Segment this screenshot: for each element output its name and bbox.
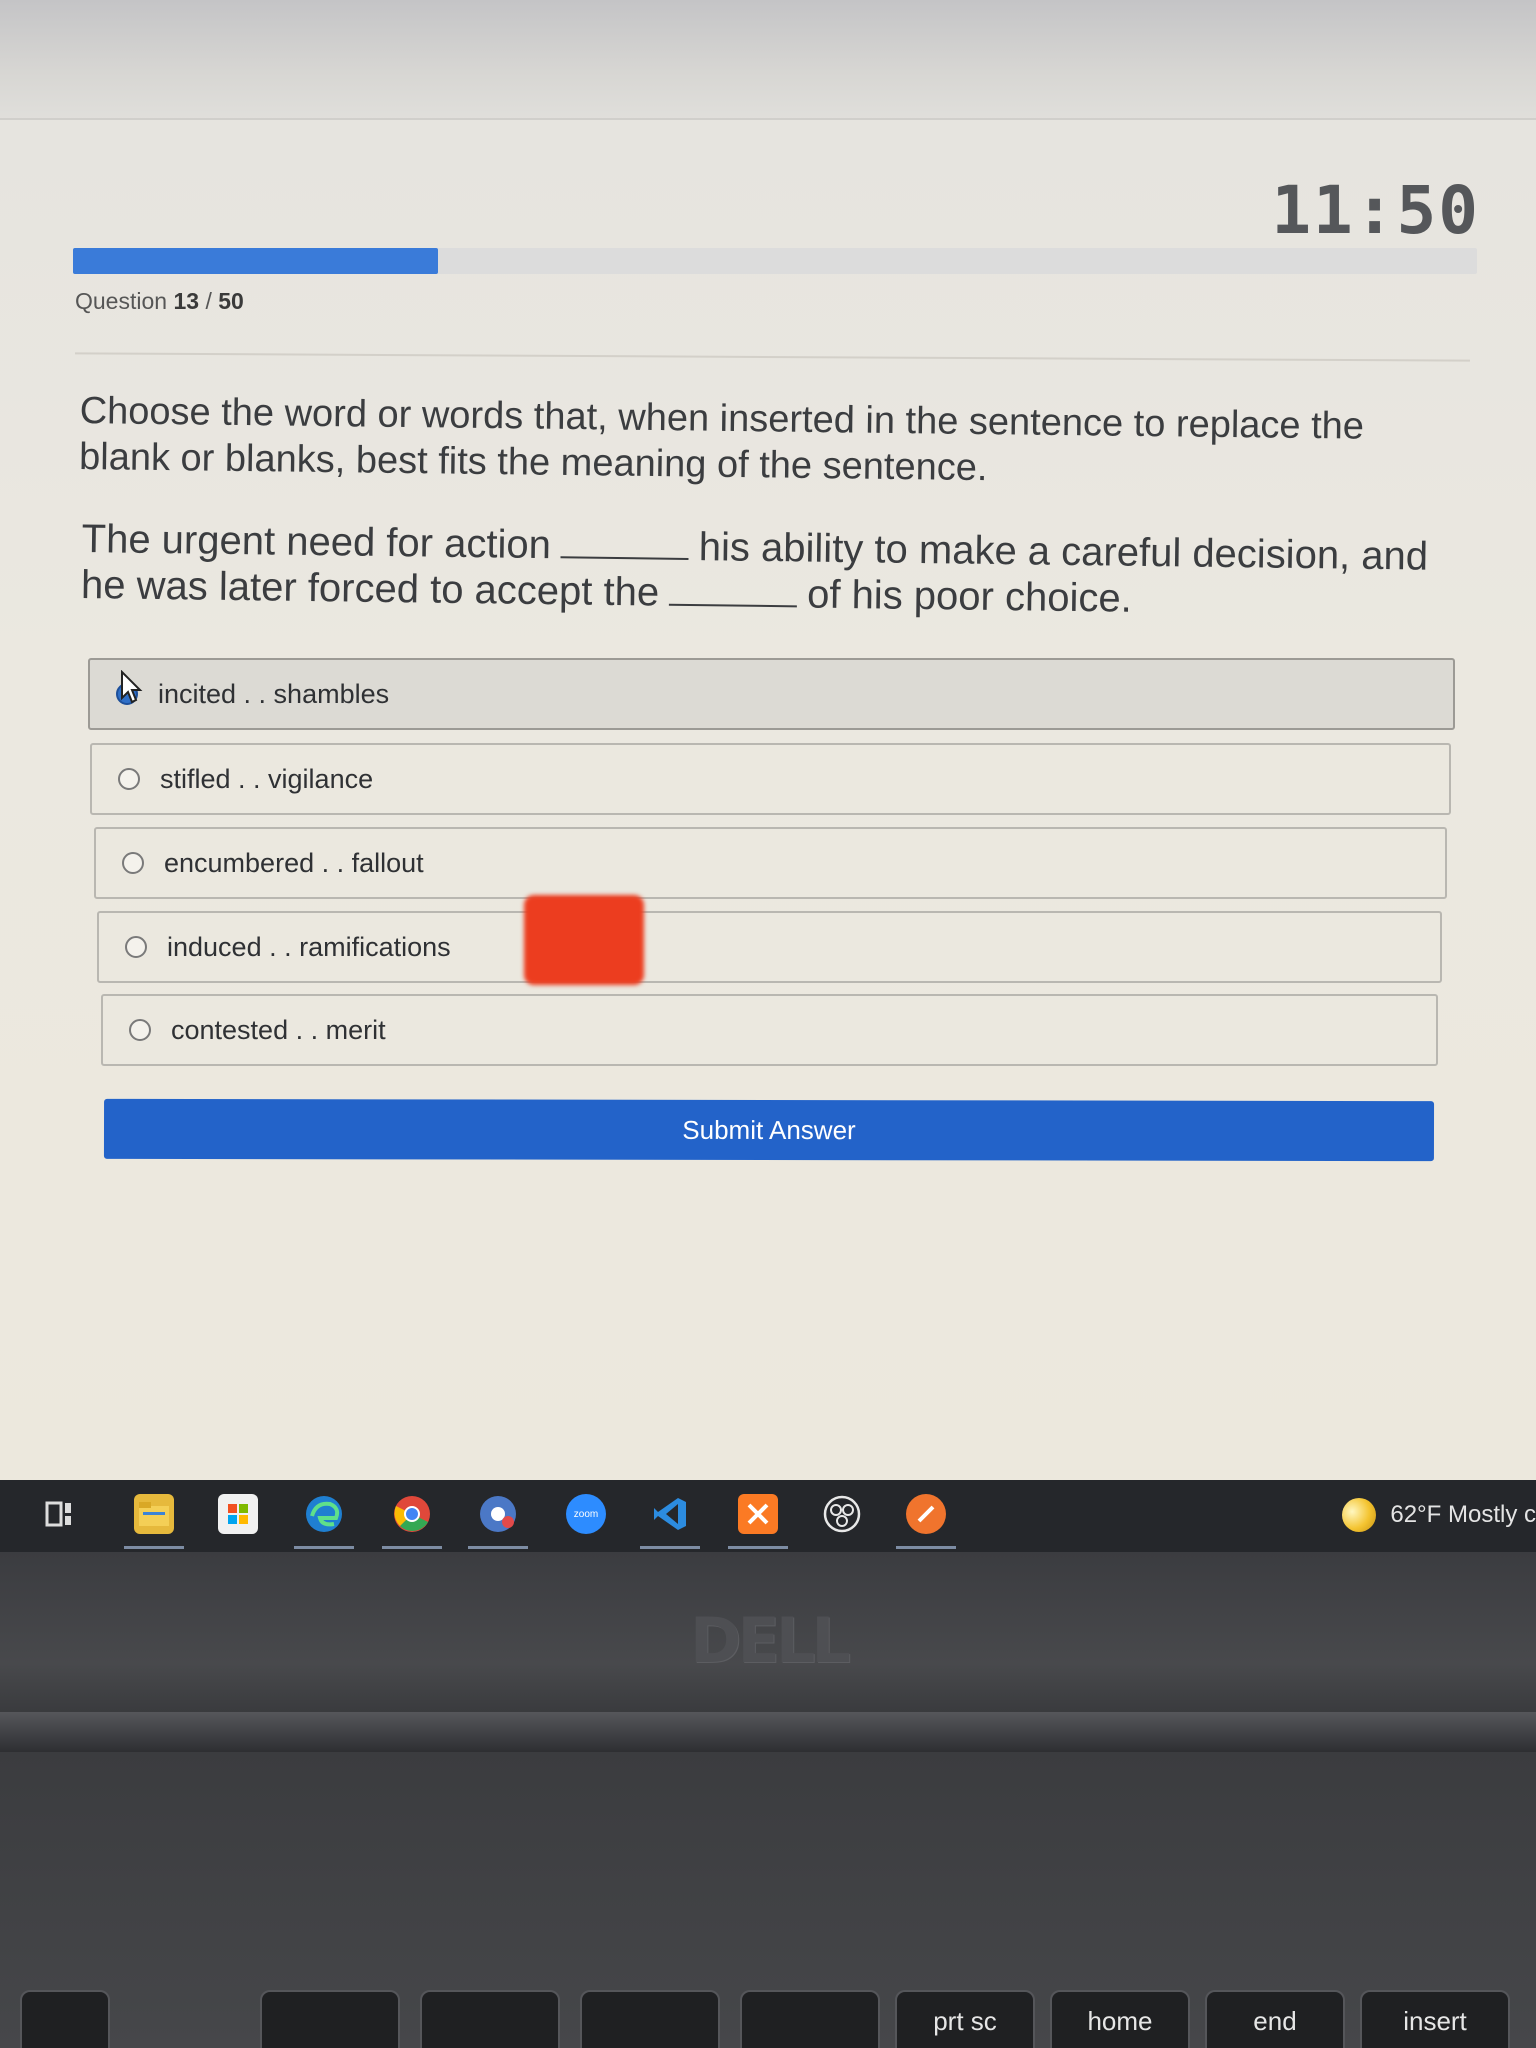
taskbar-active-indicator: [468, 1546, 528, 1549]
key-home: home: [1050, 1990, 1190, 2048]
key-brightness-down: [260, 1990, 400, 2048]
mouse-pointer-icon: [121, 670, 143, 704]
taskbar-active-indicator: [382, 1546, 442, 1549]
app-orange-icon[interactable]: [906, 1494, 946, 1534]
answer-option-3[interactable]: encumbered . . fallout: [94, 827, 1447, 899]
redaction-mark: [524, 895, 644, 985]
edge-icon[interactable]: [304, 1494, 344, 1534]
xampp-icon[interactable]: [738, 1494, 778, 1534]
key-insert: insert: [1360, 1990, 1510, 2048]
key-label: prt sc: [933, 2006, 997, 2036]
answer-option-5[interactable]: contested . . merit: [101, 994, 1438, 1066]
blank-1: [560, 528, 690, 560]
sentence-part-3: of his poor choice.: [806, 572, 1133, 621]
taskbar-active-indicator: [294, 1546, 354, 1549]
keyboard: prt sc home end insert: [0, 1752, 1536, 2048]
answer-option-label: encumbered . . fallout: [164, 847, 424, 878]
question-current: 13: [173, 288, 200, 314]
answer-option-1[interactable]: incited . . shambles: [88, 658, 1455, 730]
question-counter-prefix: Question: [75, 288, 168, 314]
key-label: end: [1253, 2006, 1297, 2036]
moon-weather-icon: [1342, 1498, 1377, 1532]
taskbar-active-indicator: [124, 1546, 184, 1549]
key-f-blank: [20, 1990, 110, 2048]
question-separator: /: [205, 288, 212, 314]
submit-answer-button[interactable]: Submit Answer: [103, 1098, 1435, 1162]
weather-text: 62°F Mostly c: [1390, 1501, 1536, 1528]
blank-2: [668, 575, 798, 608]
progress-bar: [73, 248, 1477, 274]
radio-button[interactable]: [118, 768, 140, 790]
zoom-icon-text: zoom: [573, 1508, 599, 1520]
photo: 11:50 Question 13 / 50 Choose the word o…: [0, 0, 1536, 2048]
taskbar-active-indicator: [640, 1546, 700, 1549]
section-divider: [75, 352, 1470, 362]
key-blank: [740, 1990, 880, 2048]
key-label: insert: [1403, 2006, 1467, 2036]
task-view-icon[interactable]: [40, 1494, 80, 1534]
radio-button[interactable]: [125, 936, 147, 958]
key-end: end: [1205, 1990, 1345, 2048]
microsoft-store-icon[interactable]: [218, 1494, 258, 1534]
key-brightness-up: [420, 1990, 560, 2048]
zoom-icon[interactable]: zoom: [566, 1494, 606, 1534]
key-label: home: [1087, 2006, 1153, 2036]
question-instructions: Choose the word or words that, when inse…: [78, 389, 1365, 490]
radio-button[interactable]: [129, 1019, 151, 1041]
taskbar-active-indicator: [896, 1546, 956, 1549]
weather-widget[interactable]: 62°F Mostly c: [1342, 1498, 1536, 1532]
answer-option-label: induced . . ramifications: [167, 931, 451, 962]
answer-option-label: stifled . . vigilance: [160, 763, 374, 794]
chrome-icon[interactable]: [392, 1494, 432, 1534]
dell-logo: DELL: [690, 1604, 851, 1677]
key-prt-sc: prt sc: [895, 1990, 1035, 2048]
question-counter: Question 13 / 50: [75, 288, 244, 315]
taskbar: zoom 62°F Mostly c: [0, 1480, 1536, 1552]
answer-option-label: contested . . merit: [171, 1014, 386, 1045]
question-sentence: The urgent need for action his ability to…: [81, 516, 1442, 626]
radio-button[interactable]: [122, 852, 144, 874]
browser-chrome: [0, 0, 1536, 120]
taskbar-active-indicator: [728, 1546, 788, 1549]
laptop-hinge: [0, 1712, 1536, 1752]
sentence-part-1: The urgent need for action: [81, 516, 552, 568]
vscode-icon[interactable]: [650, 1494, 690, 1534]
chrome-profile-icon[interactable]: [478, 1494, 518, 1534]
key-display-switch: [580, 1990, 720, 2048]
question-total: 50: [218, 288, 244, 314]
answer-option-4[interactable]: induced . . ramifications: [97, 911, 1442, 983]
countdown-timer: 11:50: [1271, 172, 1480, 249]
laptop-bezel: DELL: [0, 1552, 1536, 1712]
obs-icon[interactable]: [822, 1494, 862, 1534]
file-explorer-icon[interactable]: [134, 1494, 174, 1534]
answer-option-2[interactable]: stifled . . vigilance: [90, 743, 1451, 815]
progress-fill: [73, 248, 439, 274]
answer-option-label: incited . . shambles: [158, 678, 390, 709]
